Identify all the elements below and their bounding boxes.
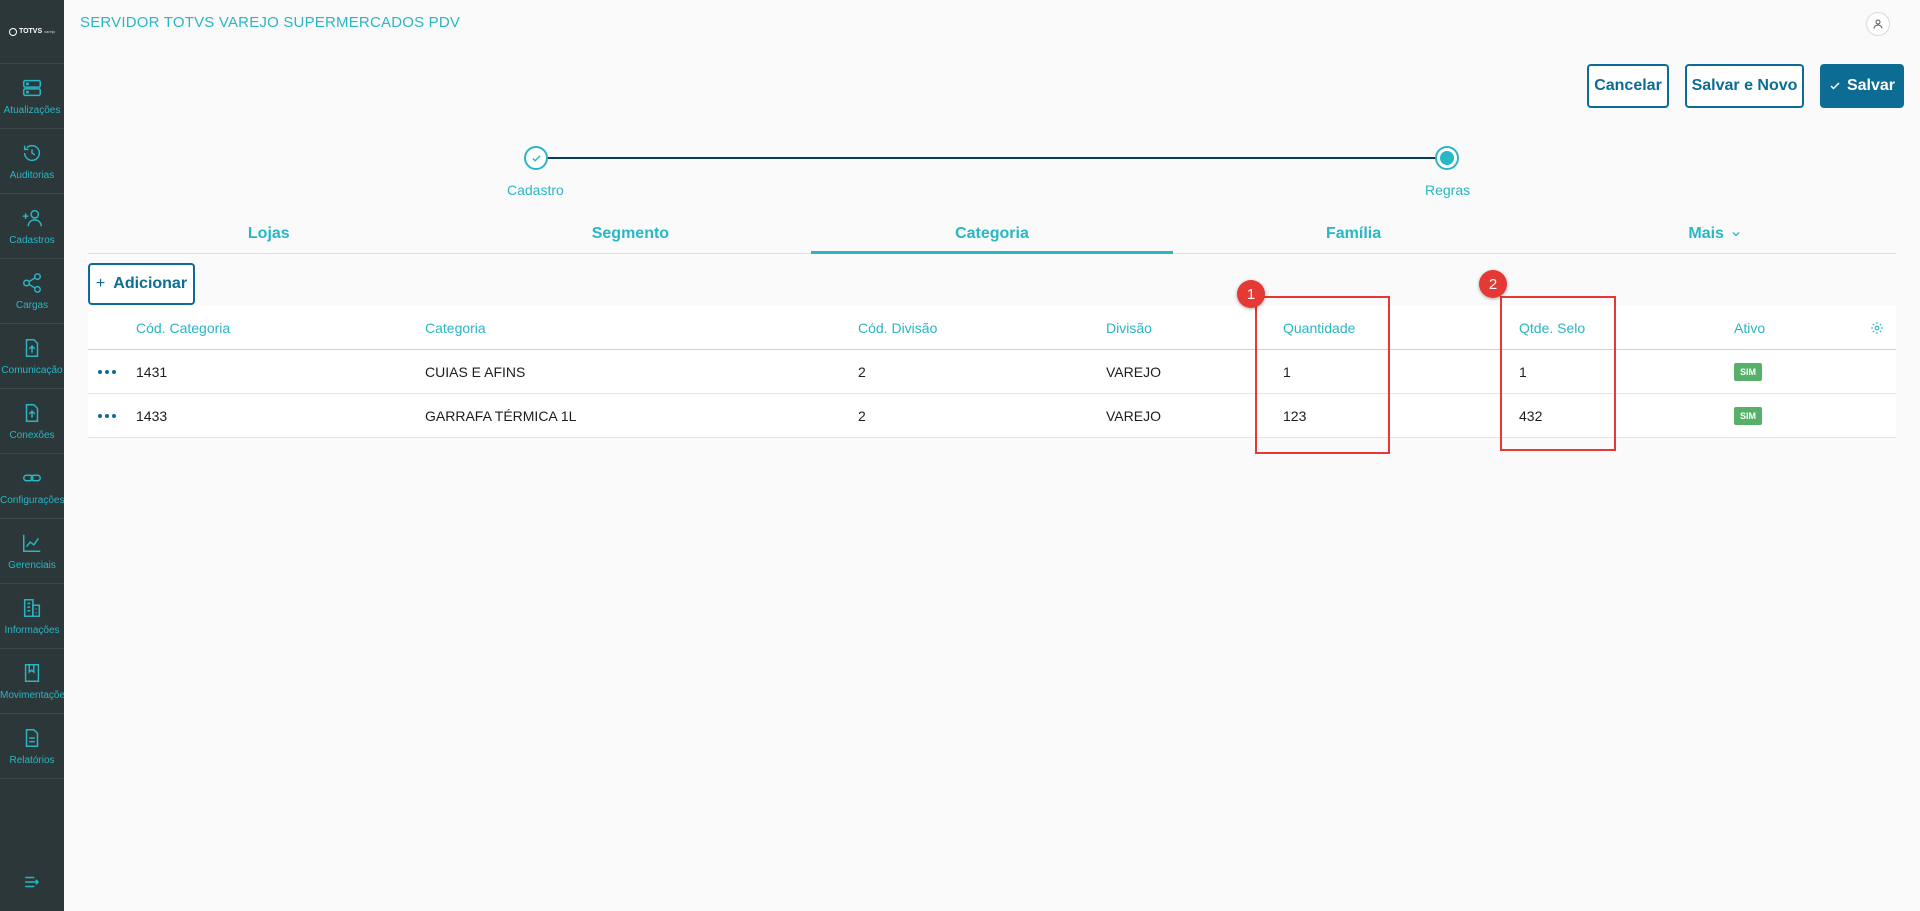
- sidebar-item-label: Configurações: [0, 494, 64, 506]
- cell-cod-divisao: 2: [858, 364, 866, 380]
- annotation-marker-2: 2: [1479, 270, 1507, 298]
- sidebar-item-configuracoes[interactable]: Configurações: [0, 454, 64, 519]
- sidebar-item-label: Relatórios: [9, 754, 55, 766]
- sidebar-item-informacoes[interactable]: Informações: [0, 584, 64, 649]
- column-header-ativo[interactable]: Ativo: [1734, 306, 1765, 350]
- save-button[interactable]: Salvar: [1820, 64, 1904, 108]
- tab-lojas[interactable]: Lojas: [88, 214, 450, 253]
- sidebar-item-cadastros[interactable]: Cadastros: [0, 194, 64, 259]
- cell-divisao: VAREJO: [1106, 364, 1161, 380]
- history-icon: [23, 144, 41, 161]
- chart-icon: [23, 534, 41, 552]
- sidebar-item-label: Cadastros: [9, 234, 55, 246]
- totvs-logo: TOTVS varejo: [0, 0, 64, 64]
- server-icon: [23, 79, 41, 96]
- sidebar-item-label: Atualizações: [3, 104, 61, 116]
- gear-icon: [1871, 322, 1883, 334]
- sidebar-item-movimentacoes[interactable]: Movimentações: [0, 649, 64, 714]
- chevron-down-icon: [1732, 231, 1740, 236]
- tab-segmento[interactable]: Segmento: [450, 214, 812, 253]
- cell-categoria: GARRAFA TÉRMICA 1L: [425, 408, 577, 424]
- sidebar-item-atualizacoes[interactable]: Atualizações: [0, 64, 64, 129]
- check-icon: [531, 154, 541, 162]
- tab-categoria[interactable]: Categoria: [811, 214, 1173, 254]
- sidebar-item-conexoes[interactable]: Conexões: [0, 389, 64, 454]
- table-row: 1433 GARRAFA TÉRMICA 1L 2 VAREJO 123 432…: [88, 394, 1896, 438]
- cell-cod-categoria: 1431: [136, 364, 168, 380]
- upload-file-icon: [25, 338, 39, 357]
- sidebar-item-label: Auditorias: [9, 169, 55, 181]
- step-label-regras: Regras: [1425, 182, 1471, 198]
- tab-bar: Lojas Segmento Categoria Família Mais: [88, 214, 1896, 254]
- sidebar: TOTVS varejo Atualizações Auditorias Cad…: [0, 0, 64, 911]
- user-icon: [1873, 19, 1883, 29]
- sidebar-item-gerenciais[interactable]: Gerenciais: [0, 519, 64, 584]
- sidebar-item-label: Gerenciais: [8, 559, 56, 571]
- save-and-new-button[interactable]: Salvar e Novo: [1685, 64, 1804, 108]
- sidebar-item-cargas[interactable]: Cargas: [0, 259, 64, 324]
- document-icon: [25, 728, 39, 747]
- add-button[interactable]: + Adicionar: [88, 263, 195, 305]
- sidebar-item-label: Cargas: [15, 299, 49, 311]
- check-icon: [1830, 82, 1840, 90]
- step-cadastro-done[interactable]: [524, 146, 548, 170]
- logo-ring-icon: [8, 27, 17, 36]
- cell-divisao: VAREJO: [1106, 408, 1161, 424]
- building-icon: [23, 598, 41, 617]
- more-options-icon: [98, 414, 116, 418]
- table-header: Cód. Categoria Categoria Cód. Divisão Di…: [88, 306, 1896, 350]
- step-regras-current[interactable]: [1435, 146, 1459, 170]
- row-actions-button[interactable]: [98, 350, 116, 394]
- highlight-box-quantidade: [1255, 296, 1390, 454]
- upload-file-icon: [25, 403, 39, 422]
- plus-icon: +: [95, 275, 106, 292]
- sidebar-item-relatorios[interactable]: Relatórios: [0, 714, 64, 779]
- cell-categoria: CUIAS E AFINS: [425, 364, 526, 380]
- sidebar-item-comunicacao[interactable]: Comunicação: [0, 324, 64, 389]
- status-badge: SIM: [1734, 407, 1763, 425]
- sidebar-item-label: Movimentações: [0, 689, 64, 701]
- profile-button[interactable]: [1866, 12, 1890, 36]
- cancel-button[interactable]: Cancelar: [1587, 64, 1669, 108]
- collapse-menu-icon: [25, 876, 40, 888]
- cell-ativo: SIM: [1734, 350, 1763, 394]
- row-actions-button[interactable]: [98, 394, 116, 438]
- share-icon: [23, 272, 41, 293]
- save-button-label: Salvar: [1846, 77, 1896, 94]
- add-user-icon: [22, 209, 42, 226]
- sidebar-item-label: Conexões: [9, 429, 55, 441]
- column-header-cod-categoria[interactable]: Cód. Categoria: [136, 306, 230, 350]
- cell-cod-divisao: 2: [858, 408, 866, 424]
- tab-mais[interactable]: Mais: [1534, 214, 1896, 253]
- tab-mais-label: Mais: [1688, 224, 1724, 242]
- sidebar-collapse-button[interactable]: [0, 873, 64, 891]
- more-options-icon: [98, 370, 116, 374]
- step-label-cadastro: Cadastro: [507, 182, 564, 198]
- tab-familia[interactable]: Família: [1173, 214, 1535, 253]
- cell-cod-categoria: 1433: [136, 408, 168, 424]
- step-current-dot: [1440, 151, 1454, 165]
- book-icon: [24, 663, 40, 682]
- annotation-marker-1: 1: [1237, 280, 1265, 308]
- column-header-cod-divisao[interactable]: Cód. Divisão: [858, 306, 937, 350]
- sidebar-item-label: Informações: [4, 624, 60, 636]
- sidebar-item-auditorias[interactable]: Auditorias: [0, 129, 64, 194]
- status-badge: SIM: [1734, 363, 1763, 381]
- table-settings-button[interactable]: [1870, 306, 1884, 350]
- app-title: SERVIDOR TOTVS VAREJO SUPERMERCADOS PDV: [80, 14, 461, 31]
- column-header-divisao[interactable]: Divisão: [1106, 306, 1152, 350]
- add-button-label: Adicionar: [113, 275, 188, 292]
- table-row: 1431 CUIAS E AFINS 2 VAREJO 1 1 SIM: [88, 350, 1896, 394]
- column-header-categoria[interactable]: Categoria: [425, 306, 486, 350]
- link-icon: [23, 474, 41, 481]
- cell-ativo: SIM: [1734, 394, 1763, 438]
- categories-table: Cód. Categoria Categoria Cód. Divisão Di…: [88, 306, 1896, 438]
- sidebar-item-label: Comunicação: [1, 364, 63, 376]
- highlight-box-qtde-selo: [1500, 296, 1616, 451]
- stepper-track: [547, 157, 1447, 159]
